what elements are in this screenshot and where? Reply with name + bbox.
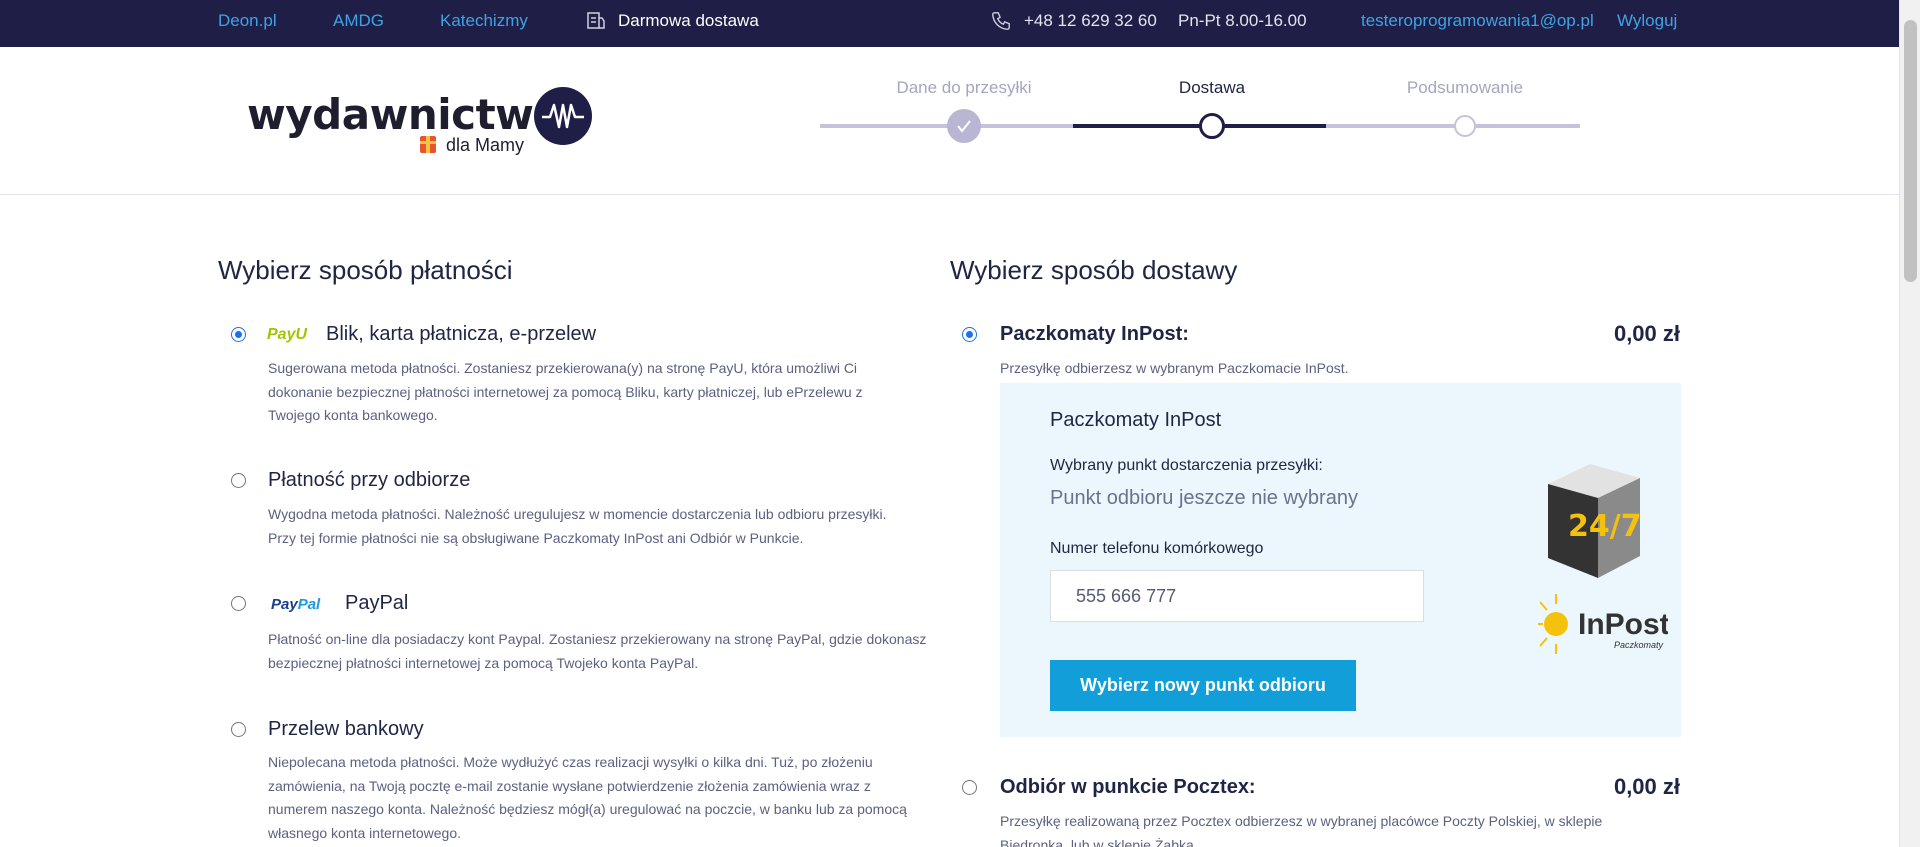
payment-option-paypal-desc: Płatność on-line dla posiadaczy kont Pay…	[268, 628, 926, 675]
inpost-panel: Paczkomaty InPost Wybrany punkt dostarcz…	[1000, 383, 1681, 737]
desc-line: Twojego konta bankowego.	[268, 407, 438, 423]
step-label-shipping-data[interactable]: Dane do przesyłki	[896, 78, 1031, 98]
payment-radio-cod[interactable]	[231, 473, 246, 488]
desc-line: Niepolecana metoda płatności. Może wydłu…	[268, 754, 873, 770]
delivery-option-inpost-price: 0,00 zł	[1613, 321, 1680, 346]
desc-line: Przesyłkę realizowaną przez Pocztex odbi…	[1000, 813, 1603, 829]
desc-line: Przy tej formie płatności nie są obsługi…	[268, 529, 804, 546]
selected-point-value: Punkt odbioru jeszcze nie wybrany	[1050, 487, 1358, 509]
desc-line: Płatność on-line dla posiadaczy kont Pay…	[268, 631, 927, 647]
phone-input[interactable]	[1050, 570, 1424, 622]
top-bar: Deon.pl AMDG Katechizmy Darmowa dostawa …	[0, 0, 1899, 47]
payment-option-paypal-title[interactable]: PayPal	[345, 592, 408, 615]
delivery-radio-inpost[interactable]	[962, 327, 977, 342]
delivery-option-pocztex-desc: Przesyłkę realizowaną przez Pocztex odbi…	[1000, 810, 1680, 847]
desc-line: Sugerowana metoda płatności. Zostaniesz …	[268, 360, 858, 376]
step-track-3	[1326, 124, 1580, 128]
payment-radio-paypal[interactable]	[231, 596, 246, 611]
link-deon[interactable]: Deon.pl	[218, 11, 277, 31]
step-pending-dot	[1454, 115, 1476, 137]
scrollbar-thumb[interactable]	[1904, 20, 1917, 282]
delivery-section-title: Wybierz sposób dostawy	[950, 255, 1238, 285]
choose-pickup-point-button[interactable]: Wybierz nowy punkt odbioru	[1050, 660, 1356, 711]
paypal-logo-icon: PayPal	[271, 596, 321, 613]
gift-icon	[420, 136, 436, 153]
delivery-radio-pocztex[interactable]	[962, 780, 977, 795]
delivery-option-inpost-title[interactable]: Paczkomaty InPost:	[1000, 323, 1189, 346]
payment-option-payu-title[interactable]: Blik, karta płatnicza, e-przelew	[326, 323, 596, 346]
logo-wordmark[interactable]: wydawnictwo	[247, 90, 562, 139]
checkout-steps: Dane do przesyłki Dostawa Podsumowanie	[820, 47, 1580, 195]
parcel-locker-247-icon: 24/7	[1540, 458, 1670, 591]
step-label-summary: Podsumowanie	[1406, 78, 1524, 97]
inpost-logo-text: InPost	[1578, 608, 1668, 641]
payu-logo-icon: PayU	[267, 326, 308, 343]
delivery-option-pocztex-title[interactable]: Odbiór w punkcie Pocztex:	[1000, 776, 1256, 799]
payment-option-payu-desc: Sugerowana metoda płatności. Zostaniesz …	[268, 357, 863, 428]
logout-link[interactable]: Wyloguj	[1617, 11, 1677, 31]
desc-line: dokonanie bezpiecznej płatności internet…	[268, 383, 863, 400]
desc-line: Biedronka, lub w sklepie Żabka.	[1000, 836, 1198, 847]
phone-icon	[990, 10, 1012, 37]
logo-subtitle: dla Mamy	[420, 135, 524, 156]
inpost-logo-sub: Paczkomaty	[1614, 640, 1664, 650]
free-delivery-label: Darmowa dostawa	[618, 11, 759, 30]
phone-field-label: Numer telefonu komórkowego	[1050, 540, 1264, 557]
delivery-truck-icon	[586, 10, 606, 37]
desc-line: zamówienia, na Twoją pocztę e-mail zosta…	[268, 777, 871, 794]
step-active-dot	[1199, 113, 1225, 139]
desc-line: własnego konta internetowego.	[268, 824, 462, 841]
inpost-panel-title: Paczkomaty InPost	[1050, 409, 1222, 431]
payment-option-cod-title[interactable]: Płatność przy odbiorze	[268, 469, 470, 492]
logo-emblem-icon	[534, 87, 592, 145]
desc-line: bezpiecznej płatności internetowej za po…	[268, 654, 699, 671]
badge-247-text: 24/7	[1568, 509, 1642, 544]
selected-point-label: Wybrany punkt dostarczenia przesyłki:	[1050, 457, 1323, 474]
payment-radio-payu[interactable]	[231, 327, 246, 342]
delivery-option-pocztex-price: 0,00 zł	[1613, 774, 1680, 799]
phone-number: +48 12 629 32 60	[1024, 11, 1157, 30]
link-katechizmy[interactable]: Katechizmy	[440, 11, 528, 31]
payment-option-transfer-title[interactable]: Przelew bankowy	[268, 718, 424, 741]
payment-section-title: Wybierz sposób płatności	[218, 255, 513, 285]
page-scrollbar[interactable]	[1899, 0, 1920, 847]
site-header: wydawnictwo dla Mamy Dane do przesyłki D…	[0, 47, 1899, 195]
desc-line: numerem naszego konta. Należność będzies…	[268, 801, 907, 817]
opening-hours: Pn-Pt 8.00-16.00	[1178, 11, 1307, 30]
step-label-delivery: Dostawa	[1178, 78, 1246, 97]
payment-radio-transfer[interactable]	[231, 722, 246, 737]
logo-subtitle-text: dla Mamy	[446, 135, 525, 155]
link-amdg[interactable]: AMDG	[333, 11, 384, 31]
desc-line: Wygodna metoda płatności. Należność ureg…	[268, 506, 887, 522]
delivery-option-inpost-desc: Przesyłkę odbierzesz w wybranym Paczkoma…	[1000, 360, 1349, 376]
payment-option-transfer-desc: Niepolecana metoda płatności. Może wydłu…	[268, 751, 907, 845]
account-email[interactable]: testeroprogramowania1@op.pl	[1361, 11, 1594, 31]
inpost-logo-icon: InPost Paczkomaty	[1538, 588, 1670, 673]
payment-option-cod-desc: Wygodna metoda płatności. Należność ureg…	[268, 503, 887, 550]
step-done-check-icon[interactable]	[947, 109, 981, 143]
